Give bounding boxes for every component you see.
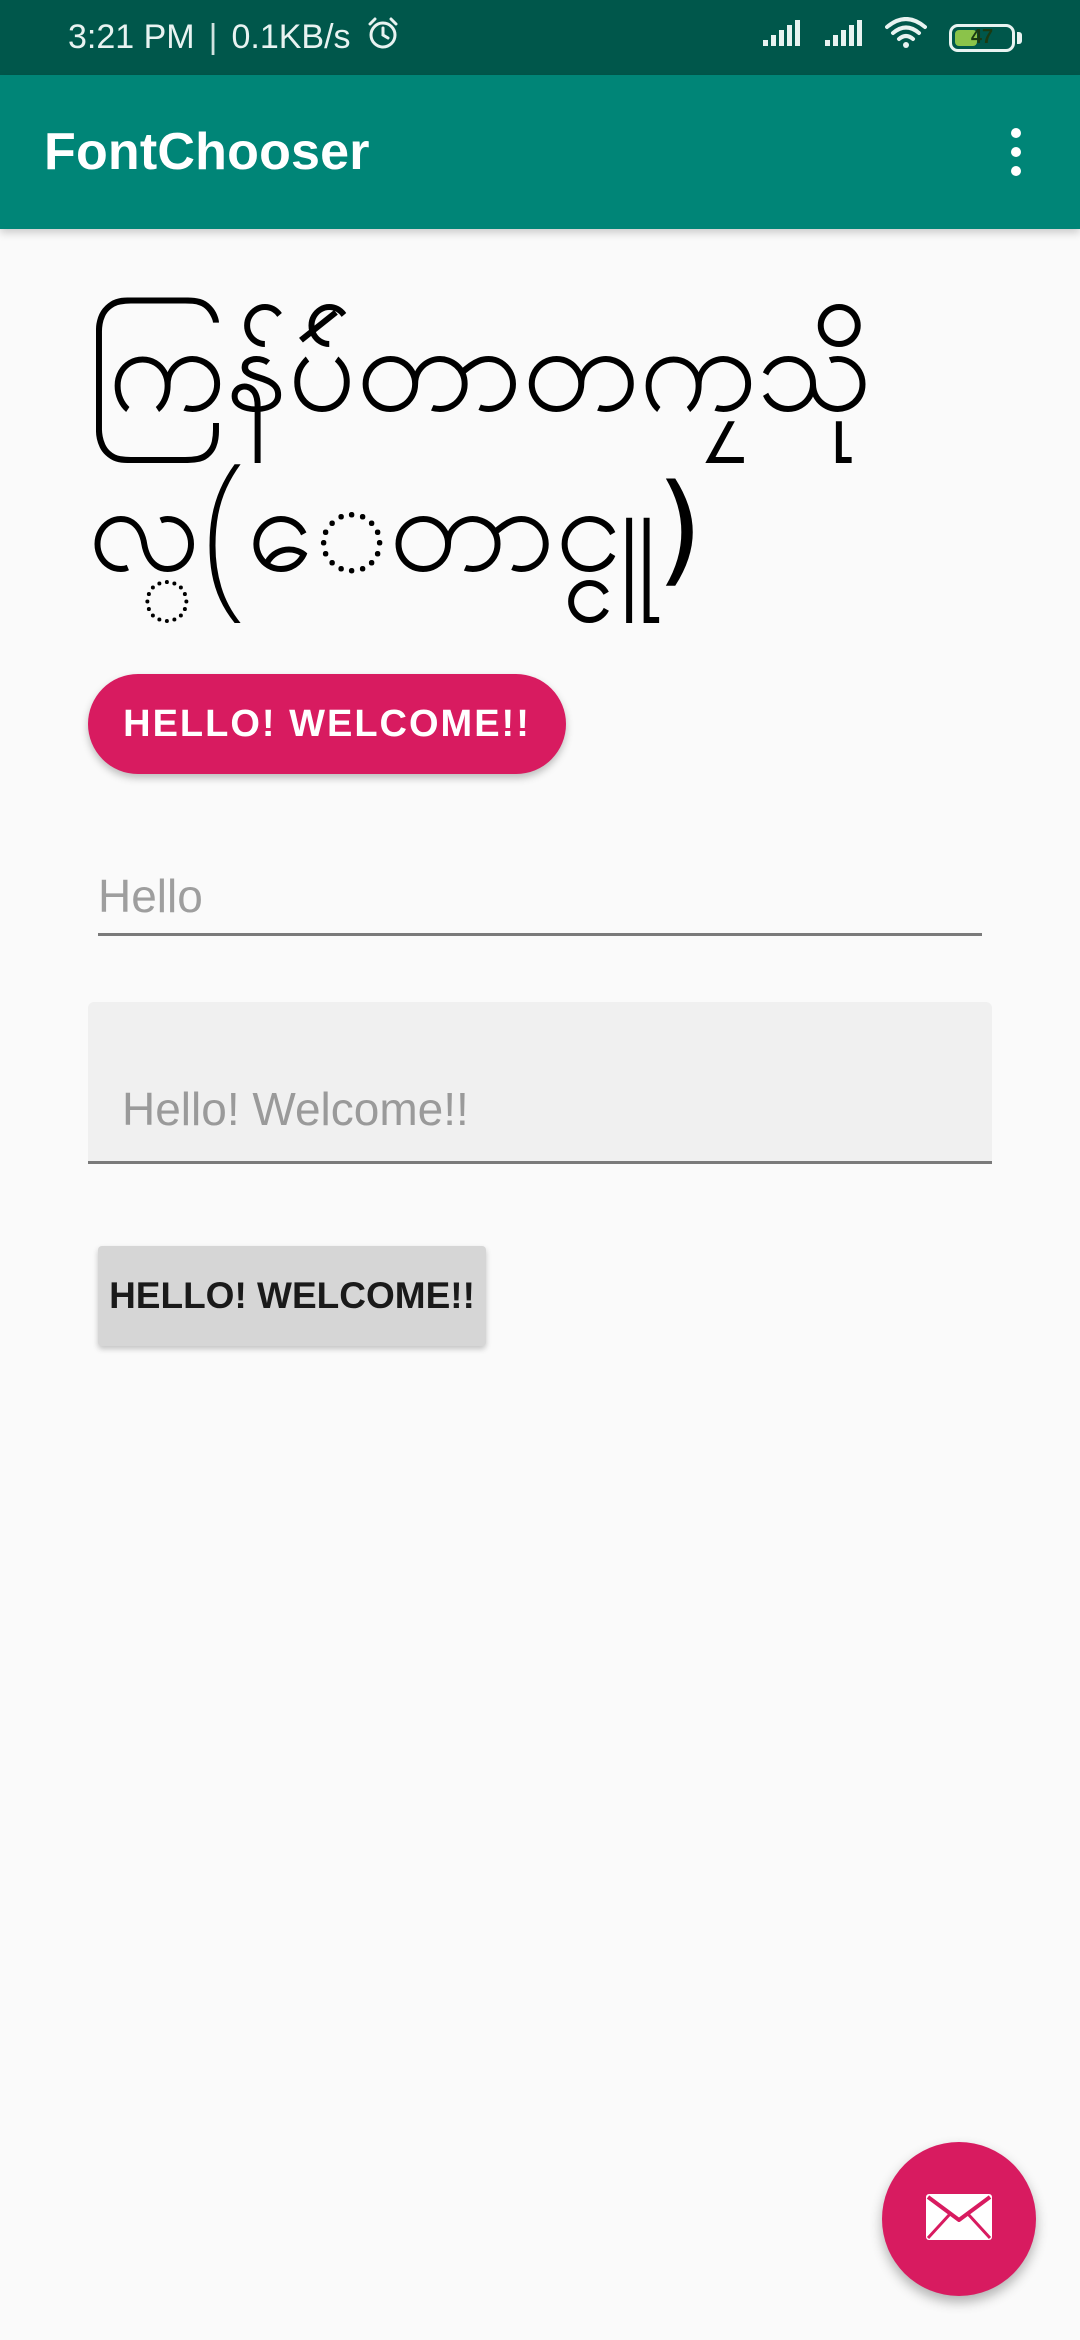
wifi-icon (885, 17, 927, 58)
battery-level: 47 (970, 26, 994, 48)
hello-input[interactable] (98, 858, 982, 936)
status-time: 3:21 PM (68, 18, 195, 56)
status-left: 3:21 PM | 0.1KB/s (68, 15, 401, 60)
signal-icon (823, 18, 863, 57)
status-separator: | (208, 18, 218, 56)
myanmar-text: ကြန်ပ်ဴတာတကၠသိုလ္(ေတာင္ငူ) (88, 300, 873, 599)
signal-icon (761, 18, 801, 57)
welcome-input[interactable] (122, 1074, 962, 1144)
screen: 3:21 PM | 0.1KB/s 47 FontChooser ကြန်ပ်ဴ… (0, 0, 1080, 2340)
app-title: FontChooser (44, 123, 370, 181)
gray-hello-button[interactable]: HELLO! WELCOME!! (98, 1246, 486, 1346)
overflow-menu-icon[interactable] (996, 122, 1036, 182)
email-fab-button[interactable] (882, 2142, 1036, 2296)
accent-hello-button[interactable]: HELLO! WELCOME!! (88, 674, 566, 774)
battery-tip (1017, 31, 1022, 44)
network-speed: 0.1KB/s (231, 18, 351, 56)
battery-icon: 47 (949, 23, 1015, 52)
status-right: 47 (761, 17, 1022, 58)
status-bar: 3:21 PM | 0.1KB/s 47 (0, 0, 1080, 75)
app-bar: FontChooser (0, 75, 1080, 229)
filled-text-field[interactable] (88, 1002, 992, 1164)
alarm-icon (365, 15, 401, 60)
email-icon (924, 2192, 994, 2247)
